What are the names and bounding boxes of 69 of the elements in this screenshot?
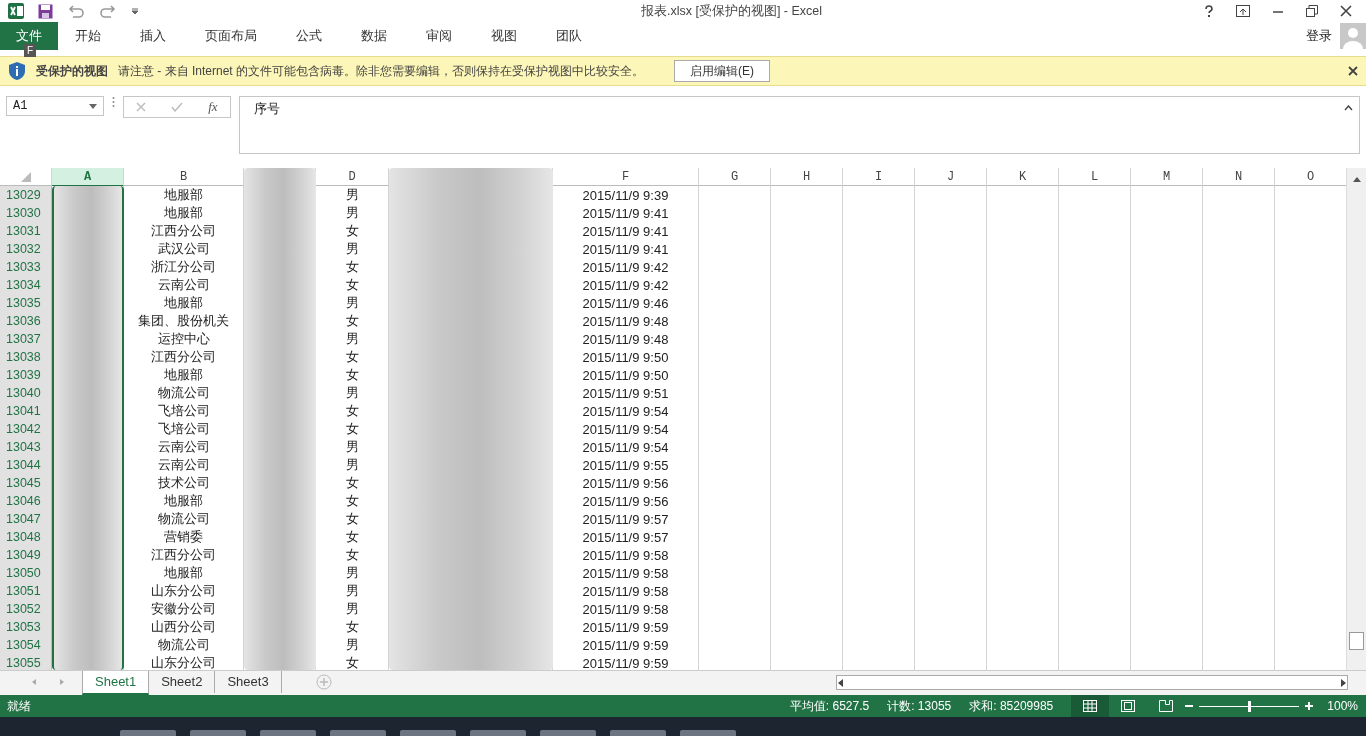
excel-logo-icon xyxy=(8,3,24,19)
horizontal-scrollbar[interactable] xyxy=(836,675,1348,690)
column-header[interactable]: H xyxy=(771,168,843,186)
column-header[interactable]: A xyxy=(52,168,124,187)
redo-icon[interactable] xyxy=(99,4,117,18)
close-icon[interactable] xyxy=(1340,5,1352,17)
ribbon-tab[interactable]: 插入 xyxy=(127,22,179,50)
view-button[interactable] xyxy=(1071,695,1110,717)
sheet-tab[interactable]: Sheet2 xyxy=(149,671,216,693)
protected-view-message: 请注意 - 来自 Internet 的文件可能包含病毒。除非您需要编辑，否则保持在受保护视图中比较安全。 xyxy=(118,62,645,80)
column-header[interactable]: I xyxy=(843,168,915,186)
keytip: F xyxy=(24,44,37,57)
collapse-icon[interactable] xyxy=(1344,105,1353,111)
zoom-in-icon[interactable] xyxy=(1305,702,1314,710)
scroll-right-icon[interactable] xyxy=(1339,678,1347,687)
column-header[interactable]: O xyxy=(1275,168,1346,186)
sign-in-link[interactable]: 登录 xyxy=(1306,27,1332,45)
restore-icon[interactable] xyxy=(1306,5,1318,17)
table-cell: 山东分公司 xyxy=(124,654,244,670)
table-cell: 女 xyxy=(316,654,389,670)
zoom-out-icon[interactable] xyxy=(1185,702,1194,710)
ribbon-tab[interactable]: 公式 xyxy=(283,22,335,50)
column-header[interactable]: F xyxy=(553,168,699,186)
column-header[interactable]: B xyxy=(124,168,244,186)
page-break-icon[interactable] xyxy=(1159,700,1174,712)
ribbon-tab[interactable]: 团队 xyxy=(543,22,595,50)
shield-icon xyxy=(8,61,26,81)
dropdown-icon[interactable] xyxy=(89,103,97,109)
normal-view-icon[interactable] xyxy=(1083,700,1098,712)
column-header[interactable]: N xyxy=(1203,168,1275,186)
name-box[interactable]: A1 xyxy=(6,96,104,116)
ribbon-tab[interactable]: 视图 xyxy=(478,22,530,50)
ribbon-tab[interactable]: 开始 xyxy=(62,22,114,50)
scroll-thumb[interactable] xyxy=(1349,632,1364,650)
help-icon[interactable] xyxy=(1204,5,1214,17)
check-icon[interactable] xyxy=(171,102,184,112)
enable-editing-button[interactable]: 启用编辑(E) xyxy=(674,60,771,82)
drag-handle-icon[interactable] xyxy=(112,96,115,108)
row-header[interactable]: 13055 xyxy=(0,654,52,670)
page-layout-icon[interactable] xyxy=(1121,700,1136,712)
ribbon-tab[interactable]: 审阅 xyxy=(413,22,465,50)
ribbon-tab[interactable]: 页面布局 xyxy=(192,22,270,50)
status-stat: 平均值: 6527.5 xyxy=(789,697,870,715)
formula-input[interactable]: 序号 xyxy=(239,96,1360,154)
close-icon[interactable] xyxy=(1348,66,1358,76)
zoom-thumb[interactable] xyxy=(1248,700,1252,712)
undo-icon[interactable] xyxy=(67,4,85,18)
insert-function-button[interactable]: fx xyxy=(208,99,218,115)
column-header[interactable]: K xyxy=(987,168,1059,186)
sheet-tab[interactable]: Sheet1 xyxy=(82,671,150,695)
column-header[interactable]: M xyxy=(1131,168,1203,186)
protected-view-title: 受保护的视图 xyxy=(36,62,108,80)
ribbon-display-icon[interactable] xyxy=(1236,5,1250,17)
zoom-level[interactable]: 100% xyxy=(1327,699,1358,713)
ribbon-tab[interactable]: 数据 xyxy=(348,22,400,50)
column-header[interactable]: L xyxy=(1059,168,1131,186)
vertical-scrollbar[interactable] xyxy=(1346,168,1366,670)
column-header[interactable]: D xyxy=(316,168,389,186)
window-title: 报表.xlsx [受保护的视图] - Excel xyxy=(639,2,824,20)
table-cell: 2015/11/9 9:59 xyxy=(553,654,699,670)
status-stat: 求和: 85209985 xyxy=(969,697,1054,715)
column-header[interactable]: J xyxy=(915,168,987,186)
sheet-tab[interactable]: Sheet3 xyxy=(215,671,282,693)
save-icon[interactable] xyxy=(38,3,53,19)
column-header[interactable]: G xyxy=(699,168,771,186)
scroll-left-icon[interactable] xyxy=(837,678,845,687)
status-text: 就绪 xyxy=(7,697,31,715)
status-stat: 计数: 13055 xyxy=(887,697,952,715)
customize-icon[interactable] xyxy=(131,7,139,15)
